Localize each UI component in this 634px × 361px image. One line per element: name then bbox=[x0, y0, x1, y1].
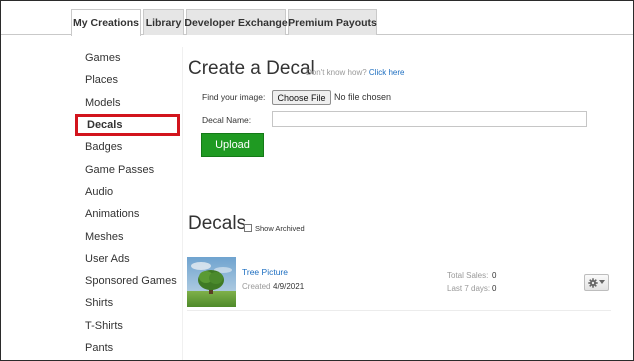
gear-icon bbox=[588, 277, 598, 288]
choose-file-button[interactable]: Choose File bbox=[272, 90, 331, 105]
find-image-label: Find your image: bbox=[202, 92, 266, 102]
sidebar-item-game-passes[interactable]: Game Passes bbox=[73, 158, 181, 180]
click-here-link[interactable]: Click here bbox=[369, 68, 405, 77]
app-window: My Creations Library Developer Exchange … bbox=[0, 0, 634, 361]
total-sales-label: Total Sales: bbox=[447, 271, 489, 280]
tab-my-creations[interactable]: My Creations bbox=[71, 9, 141, 36]
sidebar-item-pants[interactable]: Pants bbox=[73, 337, 181, 359]
last-7-days-value: 0 bbox=[492, 284, 497, 293]
help-prefix: Don't know how? bbox=[306, 68, 367, 77]
last-7-days-label: Last 7 days: bbox=[447, 284, 491, 293]
decals-heading: Decals bbox=[188, 213, 247, 234]
decal-name-label: Decal Name: bbox=[202, 115, 252, 125]
no-file-chosen-text: No file chosen bbox=[334, 92, 392, 102]
sidebar-item-audio[interactable]: Audio bbox=[73, 181, 181, 203]
created-label: Created bbox=[242, 282, 271, 291]
sidebar-item-badges[interactable]: Badges bbox=[73, 136, 181, 158]
upload-button[interactable]: Upload bbox=[201, 133, 264, 157]
sidebar-item-places[interactable]: Places bbox=[73, 69, 181, 91]
item-options-button[interactable] bbox=[584, 274, 609, 291]
tab-premium-payouts[interactable]: Premium Payouts bbox=[288, 9, 377, 35]
tab-developer-exchange[interactable]: Developer Exchange bbox=[184, 9, 288, 35]
sidebar-item-user-ads[interactable]: User Ads bbox=[73, 248, 181, 270]
decal-name-input[interactable] bbox=[272, 111, 587, 127]
tree-image-icon bbox=[187, 257, 236, 307]
sidebar: Games Places Models Decals Badges Game P… bbox=[73, 47, 181, 359]
help-text: Don't know how? Click here bbox=[306, 68, 404, 77]
show-archived-label: Show Archived bbox=[255, 224, 305, 233]
decal-name-link[interactable]: Tree Picture bbox=[242, 267, 288, 277]
chevron-down-icon bbox=[599, 280, 605, 284]
created-date: 4/9/2021 bbox=[273, 282, 305, 291]
sidebar-item-animations[interactable]: Animations bbox=[73, 203, 181, 225]
total-sales-value: 0 bbox=[492, 271, 497, 280]
sidebar-divider bbox=[182, 47, 183, 360]
sidebar-item-shirts[interactable]: Shirts bbox=[73, 292, 181, 314]
tab-library[interactable]: Library bbox=[143, 9, 184, 35]
tree-image-thumbnail[interactable] bbox=[187, 257, 236, 307]
sidebar-item-games[interactable]: Games bbox=[73, 47, 181, 69]
decal-row: Tree Picture Created 4/9/2021 Total Sale… bbox=[187, 253, 611, 311]
sidebar-item-decals[interactable]: Decals bbox=[75, 113, 180, 137]
create-decal-heading: Create a Decal bbox=[188, 58, 315, 79]
sidebar-item-meshes[interactable]: Meshes bbox=[73, 225, 181, 247]
sidebar-item-sponsored-games[interactable]: Sponsored Games bbox=[73, 270, 181, 292]
show-archived-checkbox[interactable] bbox=[244, 224, 252, 232]
sidebar-item-t-shirts[interactable]: T-Shirts bbox=[73, 315, 181, 337]
sidebar-item-models[interactable]: Models bbox=[73, 92, 181, 114]
tab-bar: My Creations Library Developer Exchange … bbox=[1, 1, 633, 36]
